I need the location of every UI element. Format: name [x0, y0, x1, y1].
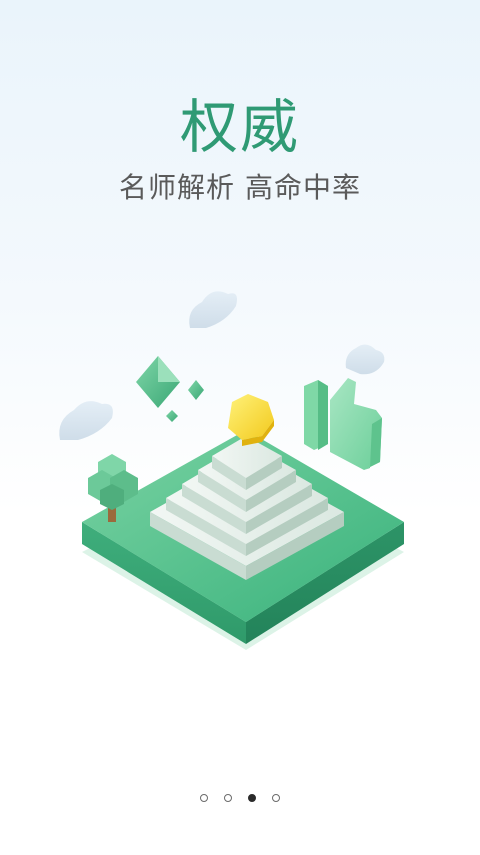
page-dot-4[interactable] — [272, 794, 280, 802]
page-subtitle: 名师解析 高命中率 — [119, 171, 361, 204]
cloud-icon — [345, 344, 385, 375]
authority-illustration — [59, 291, 404, 650]
page-dot-3[interactable] — [248, 794, 256, 802]
page-title: 权威 — [179, 93, 300, 161]
diamond-icon — [136, 356, 180, 408]
page-indicator — [0, 792, 480, 804]
page-dot-1[interactable] — [200, 794, 208, 802]
cloud-icon — [59, 401, 113, 440]
thumbs-up-icon — [304, 378, 382, 470]
diamond-icon — [188, 380, 204, 400]
cloud-icon — [189, 291, 237, 328]
diamond-icon — [166, 410, 178, 422]
page-dot-2[interactable] — [224, 794, 232, 802]
